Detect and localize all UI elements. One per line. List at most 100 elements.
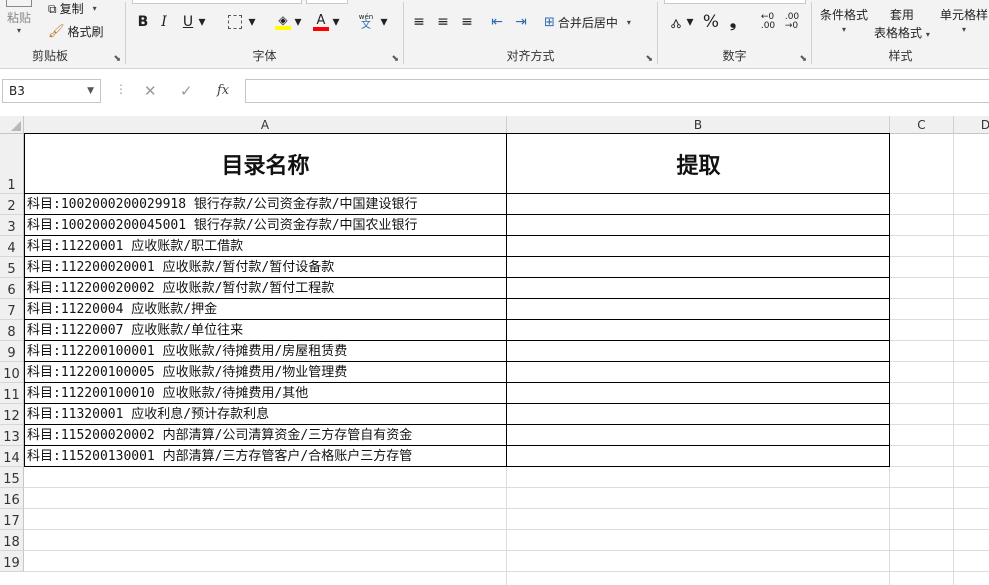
table-row[interactable]: 科目:112200020002 应收账款/暂付款/暂付工程款	[24, 278, 507, 299]
name-box-dropdown-icon[interactable]: ▼	[87, 80, 94, 102]
paste-dropdown-icon[interactable]: ▾	[17, 26, 21, 35]
font-color-dropdown-icon[interactable]: ▾	[332, 12, 340, 32]
fill-color-button[interactable]: ◈	[274, 12, 292, 32]
table-row[interactable]: 科目:11220007 应收账款/单位往来	[24, 320, 507, 341]
row-header[interactable]: 1	[0, 134, 24, 194]
border-button[interactable]	[226, 12, 244, 32]
merge-dropdown-icon[interactable]: ▾	[627, 18, 631, 27]
row-header[interactable]: 8	[0, 320, 24, 341]
table-row[interactable]: 科目:112200020001 应收账款/暂付款/暂付设备款	[24, 257, 507, 278]
align-center-button[interactable]: ≡	[434, 12, 452, 32]
table-row[interactable]: 科目:11320001 应收利息/预计存款利息	[24, 404, 507, 425]
table-row[interactable]: 科目:112200100001 应收账款/待摊费用/房屋租赁费	[24, 341, 507, 362]
font-color-button[interactable]: A	[312, 12, 330, 32]
align-right-button[interactable]: ≡	[458, 12, 476, 32]
accounting-dropdown-icon[interactable]: ▾	[686, 12, 694, 32]
header-cell-a1[interactable]: 目录名称	[24, 134, 507, 194]
number-launcher-icon[interactable]: ⬊	[799, 54, 807, 64]
comma-button[interactable]: ❟	[726, 12, 740, 32]
extract-cell[interactable]	[507, 236, 890, 257]
table-row[interactable]: 科目:115200130001 内部清算/三方存管客户/合格账户三方存管	[24, 446, 507, 467]
extract-cell[interactable]	[507, 299, 890, 320]
row-header[interactable]: 12	[0, 404, 24, 425]
merge-center-button[interactable]: ⊞ 合并后居中 ▾	[544, 14, 631, 31]
row-header[interactable]: 14	[0, 446, 24, 467]
row-header[interactable]: 17	[0, 509, 24, 530]
copy-dropdown-icon[interactable]: ▾	[93, 4, 97, 13]
row-header[interactable]: 5	[0, 257, 24, 278]
table-row[interactable]: 科目:112200100010 应收账款/待摊费用/其他	[24, 383, 507, 404]
conditional-format-button[interactable]: 条件格式 ▾	[820, 6, 868, 34]
paste-button[interactable]: 粘贴 ▾	[6, 0, 32, 35]
phonetic-dropdown-icon[interactable]: ▾	[380, 12, 388, 32]
cancel-icon[interactable]: ✕	[144, 82, 157, 100]
extract-cell[interactable]	[507, 194, 890, 215]
fill-dropdown-icon[interactable]: ▾	[294, 12, 302, 32]
extract-cell[interactable]	[507, 320, 890, 341]
italic-button[interactable]: I	[156, 12, 172, 32]
increase-indent-button[interactable]: ⇥	[512, 12, 530, 32]
table-row[interactable]: 科目:1002000200045001 银行存款/公司资金存款/中国农业银行	[24, 215, 507, 236]
insert-function-icon[interactable]: fx	[217, 83, 229, 98]
worksheet-grid[interactable]: A B C D 1 2 3 4 5 6 7 8 9 10 11 12 13 14 15 16 17 18 19 目录名…	[0, 116, 989, 585]
select-all-button[interactable]	[0, 116, 24, 134]
column-header-c[interactable]: C	[890, 116, 954, 134]
extract-cell[interactable]	[507, 446, 890, 467]
row-header[interactable]: 2	[0, 194, 24, 215]
row-header[interactable]: 13	[0, 425, 24, 446]
font-group: B I U ▾ ▾ ◈ ▾ A ▾ wén 文 ▾ 字体 ⬊	[126, 0, 403, 68]
row-header[interactable]: 7	[0, 299, 24, 320]
row-header[interactable]: 19	[0, 551, 24, 572]
cell-styles-button[interactable]: 单元格样 ▾	[940, 6, 988, 34]
underline-dropdown-icon[interactable]: ▾	[198, 12, 206, 32]
phonetic-button[interactable]: wén 文	[356, 12, 376, 32]
row-header[interactable]: 16	[0, 488, 24, 509]
enter-icon[interactable]: ✓	[180, 82, 193, 100]
border-dropdown-icon[interactable]: ▾	[248, 12, 256, 32]
extract-cell[interactable]	[507, 278, 890, 299]
number-format-box[interactable]	[664, 0, 806, 4]
column-header-a[interactable]: A	[24, 116, 507, 134]
row-header[interactable]: 9	[0, 341, 24, 362]
column-header-b[interactable]: B	[507, 116, 890, 134]
percent-button[interactable]: %	[702, 12, 720, 32]
row-header[interactable]: 6	[0, 278, 24, 299]
bold-button[interactable]: B	[134, 12, 152, 32]
decrease-indent-button[interactable]: ⇤	[488, 12, 506, 32]
extract-cell[interactable]	[507, 383, 890, 404]
extract-cell[interactable]	[507, 341, 890, 362]
table-row[interactable]: 科目:112200100005 应收账款/待摊费用/物业管理费	[24, 362, 507, 383]
extract-cell[interactable]	[507, 362, 890, 383]
alignment-launcher-icon[interactable]: ⬊	[645, 54, 653, 64]
align-left-button[interactable]: ≡	[410, 12, 428, 32]
increase-decimal-button[interactable]: ←0.00	[758, 12, 778, 32]
extract-cell[interactable]	[507, 215, 890, 236]
row-header[interactable]: 3	[0, 215, 24, 236]
name-box[interactable]: B3 ▼	[2, 79, 101, 103]
font-name-box[interactable]	[132, 0, 302, 4]
table-row[interactable]: 科目:1002000200029918 银行存款/公司资金存款/中国建设银行	[24, 194, 507, 215]
row-header[interactable]: 10	[0, 362, 24, 383]
row-header[interactable]: 4	[0, 236, 24, 257]
copy-button[interactable]: ⧉ 复制 ▾	[48, 0, 97, 17]
font-size-box[interactable]	[306, 0, 348, 4]
extract-cell[interactable]	[507, 257, 890, 278]
row-header[interactable]: 18	[0, 530, 24, 551]
extract-cell[interactable]	[507, 404, 890, 425]
format-painter-button[interactable]: 🖌 格式刷	[48, 23, 104, 40]
extract-cell[interactable]	[507, 425, 890, 446]
clipboard-launcher-icon[interactable]: ⬊	[113, 54, 121, 64]
accounting-button[interactable]: 🝓	[666, 12, 686, 32]
header-cell-b1[interactable]: 提取	[507, 134, 890, 194]
row-header[interactable]: 15	[0, 467, 24, 488]
font-launcher-icon[interactable]: ⬊	[391, 54, 399, 64]
table-row[interactable]: 科目:11220004 应收账款/押金	[24, 299, 507, 320]
row-header[interactable]: 11	[0, 383, 24, 404]
underline-button[interactable]: U	[180, 12, 196, 32]
formula-input[interactable]	[245, 79, 989, 103]
format-as-table-button[interactable]: 套用 表格格式 ▾	[874, 6, 930, 41]
decrease-decimal-button[interactable]: .00 →0	[782, 12, 802, 32]
table-row[interactable]: 科目:115200020002 内部清算/公司清算资金/三方存管自有资金	[24, 425, 507, 446]
table-row[interactable]: 科目:11220001 应收账款/职工借款	[24, 236, 507, 257]
column-header-d[interactable]: D	[954, 116, 989, 134]
